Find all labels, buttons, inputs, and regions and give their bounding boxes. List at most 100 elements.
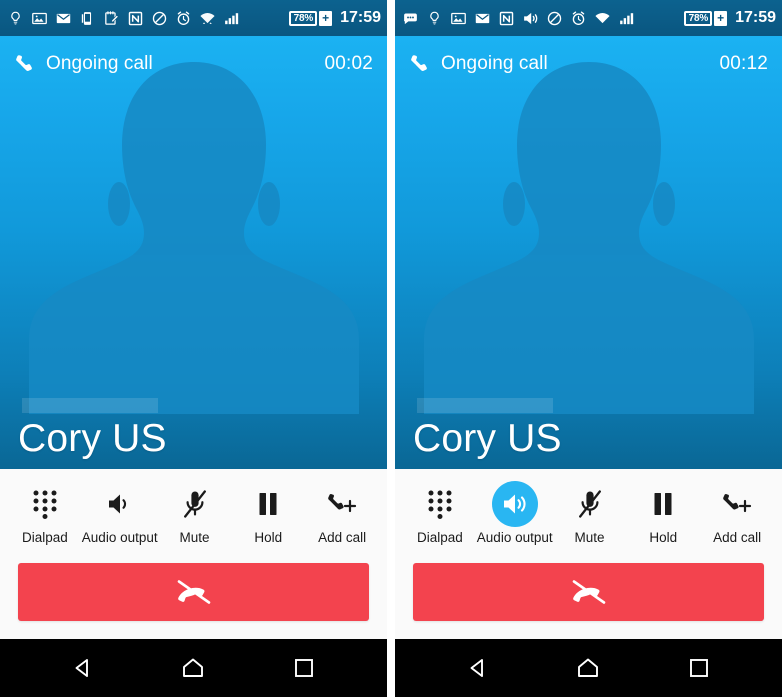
- end-call-zone: [395, 557, 782, 639]
- alarm-icon: [175, 10, 192, 27]
- do-not-disturb-icon: [151, 10, 168, 27]
- mic-off-icon: [172, 481, 218, 527]
- action-label: Add call: [713, 530, 762, 545]
- phone-number-redaction-bar: [417, 398, 553, 413]
- wifi-icon: [594, 10, 611, 27]
- mic-off-icon: [567, 481, 613, 527]
- status-bar-system-icons: 78% + 17:59: [288, 9, 381, 27]
- action-label: Dialpad: [417, 530, 463, 545]
- call-actions-bar: Dialpad Audio output Mute Hold Add call: [0, 469, 387, 557]
- volume-icon: [522, 10, 539, 27]
- note-edit-icon: [103, 10, 120, 27]
- call-timer: 00:12: [719, 53, 768, 74]
- nav-back-button[interactable]: [57, 648, 109, 688]
- call-actions-bar: Dialpad Audio output Mute Hold Add call: [395, 469, 782, 557]
- signal-icon: [618, 10, 635, 27]
- action-audio-output[interactable]: Audio output: [477, 479, 553, 546]
- message-icon: [402, 10, 419, 27]
- speaker-icon: [97, 481, 143, 527]
- battery-charging-indicator: +: [714, 10, 728, 26]
- action-label: Mute: [574, 530, 605, 545]
- call-status-label: Ongoing call: [46, 53, 153, 74]
- nfc-icon: [498, 10, 515, 27]
- action-audio-output[interactable]: Audio output: [82, 479, 158, 546]
- nav-recents-button[interactable]: [278, 648, 330, 688]
- action-add-call[interactable]: Add call: [305, 479, 379, 546]
- call-end-icon: [172, 577, 216, 607]
- envelope-icon: [55, 10, 72, 27]
- do-not-disturb-icon: [546, 10, 563, 27]
- phone-screenshot-left: 78% + 17:59 Ongoing call 00:02 Cory US D…: [0, 0, 387, 697]
- action-label: Add call: [318, 530, 367, 545]
- clock-label: 17:59: [735, 9, 776, 26]
- recents-square-icon: [293, 657, 315, 679]
- home-icon: [575, 656, 601, 680]
- in-call-screen: Ongoing call 00:12 Cory US: [395, 36, 782, 469]
- battery-charging-indicator: +: [319, 10, 333, 26]
- android-navigation-bar: [0, 639, 387, 697]
- add-call-icon: [319, 481, 365, 527]
- device-icon: [79, 10, 96, 27]
- nav-home-button[interactable]: [562, 648, 614, 688]
- action-mute[interactable]: Mute: [158, 479, 232, 546]
- nav-back-button[interactable]: [452, 648, 504, 688]
- dual-screenshot-stage: 78% + 17:59 Ongoing call 00:02 Cory US D…: [0, 0, 782, 697]
- lightbulb-icon: [426, 10, 443, 27]
- action-hold[interactable]: Hold: [626, 479, 700, 546]
- call-status-label: Ongoing call: [441, 53, 548, 74]
- action-label: Mute: [179, 530, 210, 545]
- status-bar: 78% + 17:59: [395, 0, 782, 36]
- recents-square-icon: [688, 657, 710, 679]
- call-status-header: Ongoing call 00:12: [395, 36, 782, 80]
- phone-number-redaction-bar: [22, 398, 158, 413]
- image-icon: [31, 10, 48, 27]
- speaker-icon: [491, 481, 538, 527]
- status-bar-notification-icons: [7, 10, 289, 27]
- contact-name-label: Cory US: [413, 417, 562, 460]
- add-call-icon: [714, 481, 760, 527]
- dialpad-icon: [417, 481, 463, 527]
- contact-name-label: Cory US: [18, 417, 167, 460]
- wifi-icon: [199, 10, 216, 27]
- status-bar-system-icons: 78% + 17:59: [683, 9, 776, 27]
- in-call-screen: Ongoing call 00:02 Cory US: [0, 36, 387, 469]
- call-end-icon: [567, 577, 611, 607]
- alarm-icon: [570, 10, 587, 27]
- panel-divider: [387, 0, 395, 697]
- action-label: Dialpad: [22, 530, 68, 545]
- status-bar: 78% + 17:59: [0, 0, 387, 36]
- battery-icon: 78% +: [288, 10, 333, 26]
- battery-icon: 78% +: [683, 10, 728, 26]
- signal-icon: [223, 10, 240, 27]
- call-timer: 00:02: [324, 53, 373, 74]
- end-call-zone: [0, 557, 387, 639]
- action-dialpad[interactable]: Dialpad: [403, 479, 477, 546]
- handset-icon: [409, 53, 431, 75]
- back-triangle-icon: [71, 656, 95, 680]
- action-mute[interactable]: Mute: [553, 479, 627, 546]
- dialpad-icon: [22, 481, 68, 527]
- nfc-icon: [127, 10, 144, 27]
- envelope-icon: [474, 10, 491, 27]
- phone-screenshot-right: 78% + 17:59 Ongoing call 00:12 Cory US D…: [395, 0, 782, 697]
- action-add-call[interactable]: Add call: [700, 479, 774, 546]
- nav-recents-button[interactable]: [673, 648, 725, 688]
- nav-home-button[interactable]: [167, 648, 219, 688]
- handset-icon: [14, 53, 36, 75]
- image-icon: [450, 10, 467, 27]
- status-bar-notification-icons: [402, 10, 684, 27]
- action-label: Audio output: [81, 530, 158, 545]
- android-navigation-bar: [395, 639, 782, 697]
- action-dialpad[interactable]: Dialpad: [8, 479, 82, 546]
- back-triangle-icon: [466, 656, 490, 680]
- action-label: Hold: [649, 530, 678, 545]
- end-call-button[interactable]: [18, 563, 369, 621]
- lightbulb-icon: [7, 10, 24, 27]
- pause-icon: [245, 481, 291, 527]
- end-call-button[interactable]: [413, 563, 764, 621]
- action-hold[interactable]: Hold: [231, 479, 305, 546]
- action-label: Hold: [254, 530, 283, 545]
- battery-percent-label: 78%: [688, 12, 709, 24]
- pause-icon: [640, 481, 686, 527]
- clock-label: 17:59: [340, 9, 381, 26]
